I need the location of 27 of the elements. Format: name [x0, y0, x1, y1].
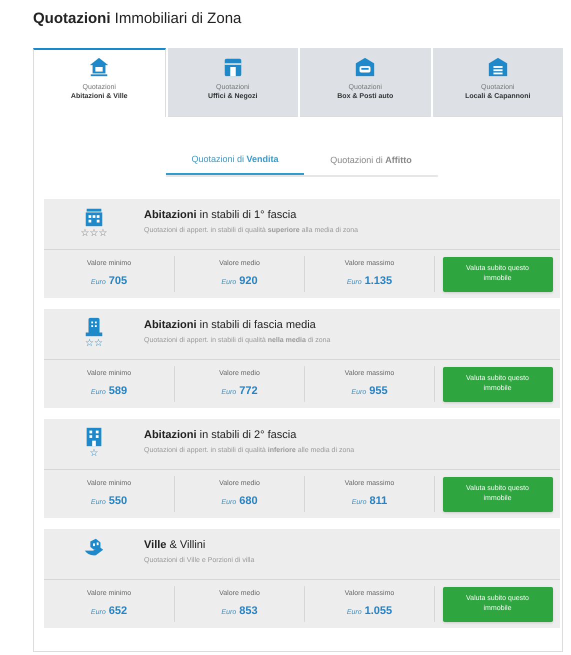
card-title: Ville & Villini [144, 538, 206, 552]
price-value: 772 [239, 384, 258, 398]
price-value: 550 [108, 494, 128, 508]
page-heading: Quotazioni Immobiliari di Zona [33, 9, 242, 29]
price-value: 1.135 [364, 274, 392, 288]
price-value: 589 [108, 384, 128, 398]
mode-tab[interactable]: Quotazioni di Vendita [166, 147, 304, 175]
card-title: Abitazioni in stabili di 2° fascia [144, 428, 298, 442]
price-value: 705 [108, 274, 128, 288]
price-value: 680 [239, 494, 258, 508]
price-value: 853 [239, 604, 258, 618]
card-title: Abitazioni in stabili di fascia media [144, 318, 317, 332]
price-value: 1.055 [364, 604, 392, 618]
garage-icon [354, 56, 376, 78]
card-title: Abitazioni in stabili di 1° fascia [144, 208, 298, 222]
price-value: 811 [370, 494, 388, 508]
price-value: 652 [108, 604, 128, 618]
rating-stars: ☆ [90, 448, 98, 460]
tower-icon [83, 316, 105, 338]
mode-tab[interactable]: Quotazioni di Affitto [304, 147, 438, 175]
building-icon [83, 206, 105, 228]
warehouse-icon [486, 56, 509, 78]
house-icon [88, 56, 110, 78]
price-value: 955 [369, 384, 388, 398]
rating-stars: ☆☆☆ [80, 228, 108, 240]
price-value: 920 [239, 274, 258, 288]
rating-stars: ☆☆ [85, 338, 103, 350]
